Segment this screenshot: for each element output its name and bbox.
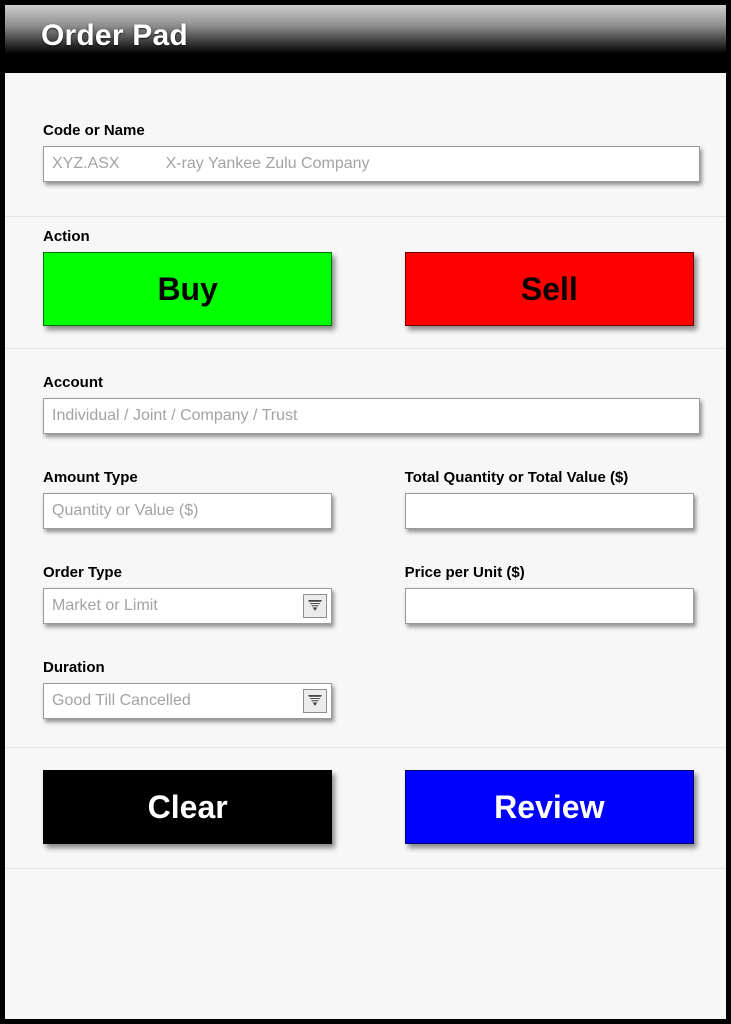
chevron-down-icon[interactable] xyxy=(303,689,328,713)
price-per-unit-label: Price per Unit ($) xyxy=(404,564,525,581)
section-code-or-name: Code or Name XYZ.ASX X-ray Yankee Zulu C… xyxy=(5,73,726,216)
duration-row-spacer xyxy=(405,660,694,719)
price-per-unit-field-group: Price per Unit ($) xyxy=(404,564,694,624)
total-quantity-or-value-label: Total Quantity or Total Value ($) xyxy=(404,469,629,486)
duration-placeholder: Good Till Cancelled xyxy=(52,692,191,709)
amount-type-placeholder: Quantity or Value ($) xyxy=(52,502,199,519)
duration-label: Duration xyxy=(43,659,105,676)
field-gap xyxy=(332,660,404,719)
order-type-row: Order Type Market or Limit Price per Uni… xyxy=(43,565,694,624)
review-button-label: Review xyxy=(494,788,605,825)
order-type-placeholder: Market or Limit xyxy=(52,597,158,614)
review-button[interactable]: Review xyxy=(404,770,694,844)
field-gap xyxy=(332,470,404,529)
titlebar: Order Pad xyxy=(5,5,726,73)
duration-field-group: Duration Good Till Cancelled xyxy=(43,659,333,719)
amount-type-field-group: Amount Type Quantity or Value ($) xyxy=(43,469,333,529)
button-gap xyxy=(332,770,404,844)
order-pad-page: Order Pad Code or Name XYZ.ASX X-ray Yan… xyxy=(0,0,731,1024)
code-or-name-placeholder-name: X-ray Yankee Zulu Company xyxy=(165,155,370,172)
buy-button[interactable]: Buy xyxy=(43,252,333,326)
sell-button-label: Sell xyxy=(520,270,578,307)
field-gap xyxy=(332,565,404,624)
section-footer-actions: Clear Review xyxy=(5,747,726,868)
order-type-field-group: Order Type Market or Limit xyxy=(43,564,333,624)
section-action: Action Buy Sell xyxy=(5,216,726,348)
action-button-row: Buy Sell xyxy=(43,252,694,326)
clear-button-label: Clear xyxy=(147,788,228,825)
order-type-label: Order Type xyxy=(43,564,122,581)
footer-button-row: Clear Review xyxy=(43,770,694,844)
duration-row: Duration Good Till Cancelled xyxy=(43,660,694,719)
amount-type-input[interactable]: Quantity or Value ($) xyxy=(43,493,333,529)
buy-button-label: Buy xyxy=(157,270,218,307)
code-or-name-label: Code or Name xyxy=(43,122,145,139)
order-type-select[interactable]: Market or Limit xyxy=(43,588,333,624)
account-input[interactable]: Individual / Joint / Company / Trust xyxy=(43,398,700,434)
chevron-down-icon[interactable] xyxy=(303,594,328,618)
button-gap xyxy=(332,252,404,326)
code-or-name-input[interactable]: XYZ.ASX X-ray Yankee Zulu Company xyxy=(43,146,700,182)
section-order-details: Account Individual / Joint / Company / T… xyxy=(5,348,726,747)
amount-row: Amount Type Quantity or Value ($) Total … xyxy=(43,470,694,529)
page-title: Order Pad xyxy=(41,19,188,52)
code-or-name-placeholder-code: XYZ.ASX xyxy=(52,155,120,172)
amount-type-label: Amount Type xyxy=(43,469,138,486)
price-per-unit-input[interactable] xyxy=(404,588,694,624)
section-bottom-empty xyxy=(5,868,726,949)
account-field-group: Account Individual / Joint / Company / T… xyxy=(43,374,700,434)
account-placeholder: Individual / Joint / Company / Trust xyxy=(52,407,298,424)
sell-button[interactable]: Sell xyxy=(404,252,694,326)
total-quantity-or-value-input[interactable] xyxy=(404,493,694,529)
action-label: Action xyxy=(43,228,90,245)
total-quantity-field-group: Total Quantity or Total Value ($) xyxy=(404,469,694,529)
account-label: Account xyxy=(43,374,103,391)
clear-button[interactable]: Clear xyxy=(43,770,333,844)
duration-select[interactable]: Good Till Cancelled xyxy=(43,683,333,719)
